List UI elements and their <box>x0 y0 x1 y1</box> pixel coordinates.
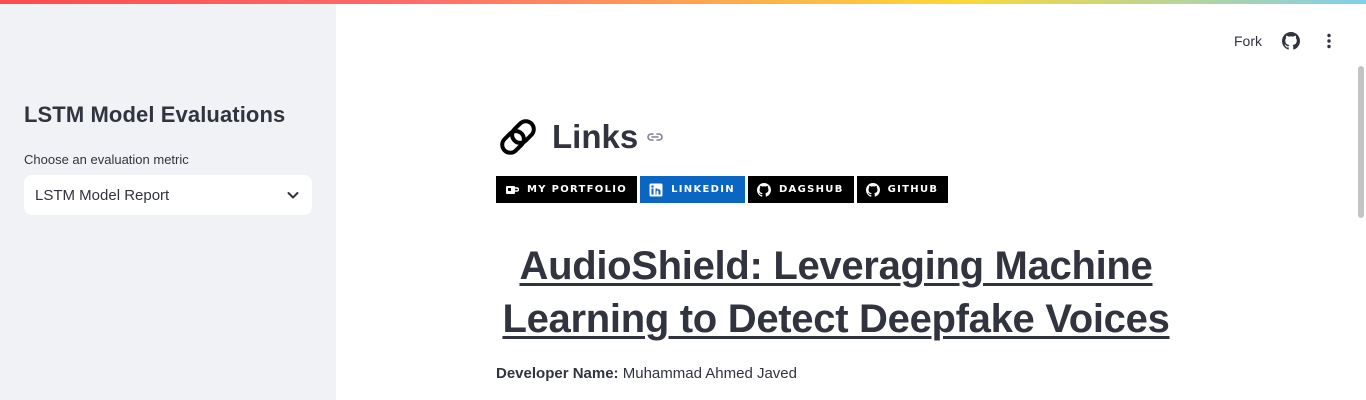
links-heading: Links <box>552 118 639 155</box>
link-chain-logo <box>496 115 540 159</box>
project-title: AudioShield: Leveraging Machine Learning… <box>502 244 1170 341</box>
linkedin-badge-link[interactable]: LINKEDIN <box>640 176 745 203</box>
sidebar-title: LSTM Model Evaluations <box>24 102 286 127</box>
badge-label: LINKEDIN <box>671 184 735 195</box>
github-icon <box>756 182 771 197</box>
developer-label: Developer Name: <box>496 365 619 382</box>
portfolio-badge-link[interactable]: MY PORTFOLIO <box>496 176 638 203</box>
main-content: Fork Links MY PORTFOLIO LINKEDIN DAGSHUB… <box>336 4 1366 400</box>
metric-select-label: Choose an evaluation metric <box>24 152 189 167</box>
github-badge-link[interactable]: GITHUB <box>856 176 949 203</box>
linkedin-icon <box>649 183 663 197</box>
link-badges: MY PORTFOLIO LINKEDIN DAGSHUB GITHUB <box>496 176 949 203</box>
sidebar: LSTM Model Evaluations Choose an evaluat… <box>0 4 336 400</box>
dagshub-badge-link[interactable]: DAGSHUB <box>747 176 854 203</box>
links-header: Links <box>496 114 664 160</box>
fork-button[interactable]: Fork <box>1234 33 1262 49</box>
metric-select[interactable]: LSTM Model Report <box>24 175 312 215</box>
portfolio-icon <box>505 183 519 197</box>
metric-select-value: LSTM Model Report <box>35 186 170 204</box>
chevron-down-icon[interactable] <box>286 188 300 202</box>
badge-label: GITHUB <box>887 184 939 195</box>
badge-label: MY PORTFOLIO <box>527 184 628 195</box>
github-icon <box>865 182 880 197</box>
anchor-link-icon[interactable] <box>646 128 664 146</box>
developer-name: Muhammad Ahmed Javed <box>622 365 797 382</box>
app-toolbar: Fork <box>1234 30 1338 52</box>
github-icon[interactable] <box>1282 32 1300 50</box>
developer-line: Developer Name: Muhammad Ahmed Javed <box>496 365 797 382</box>
scrollbar[interactable] <box>1358 66 1364 218</box>
badge-label: DAGSHUB <box>778 184 844 195</box>
kebab-menu-icon[interactable] <box>1320 32 1338 50</box>
